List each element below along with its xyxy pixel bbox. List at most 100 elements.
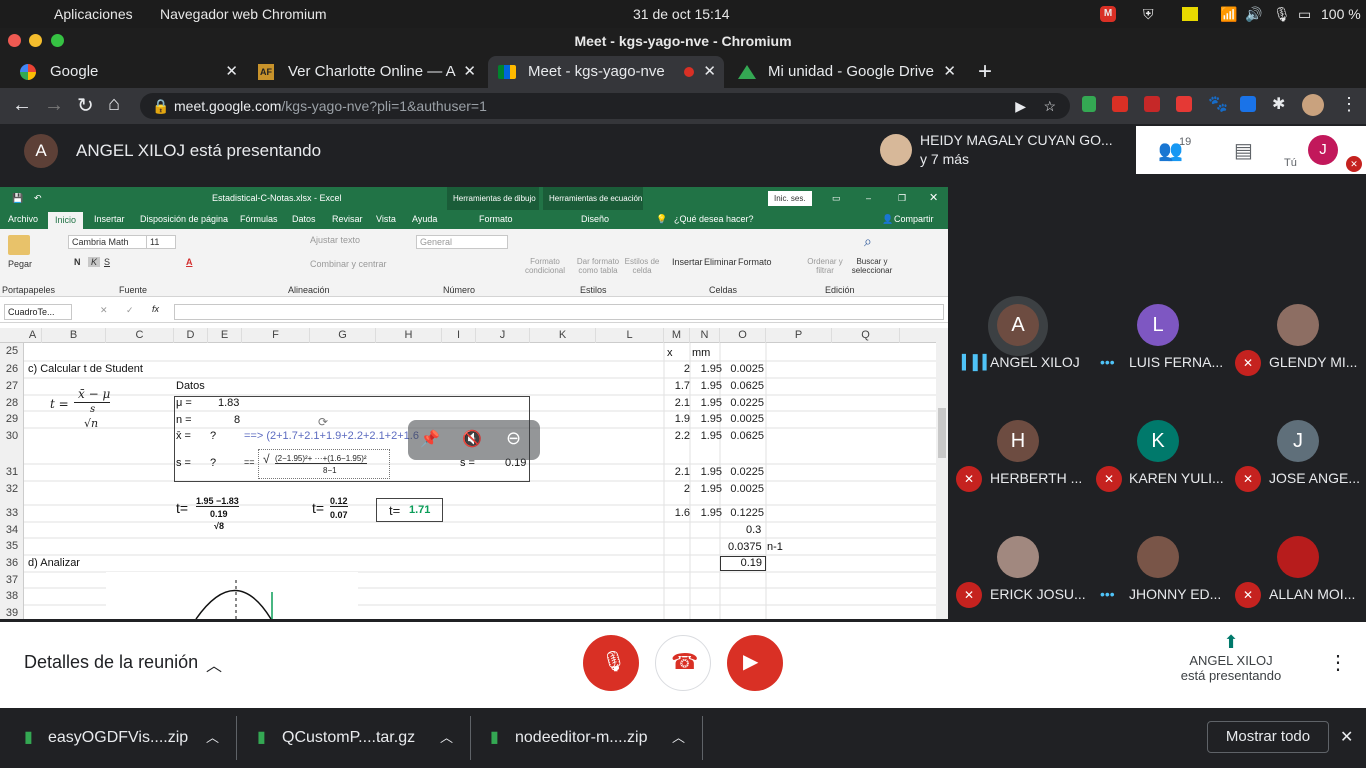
t2-num[interactable]: 0.12	[330, 496, 348, 507]
more-options-icon[interactable]: •••	[1100, 586, 1115, 602]
variance-cell[interactable]: 0.0375	[728, 541, 762, 553]
camera-blocked-icon[interactable]: ▶	[1015, 93, 1026, 119]
chevron-up-icon[interactable]: ︿	[440, 722, 453, 754]
chevron-up-icon[interactable]: ︿	[206, 722, 219, 754]
mic-tray-icon[interactable]: 🎙	[1273, 6, 1291, 23]
tab-charlotte[interactable]: AF Ver Charlotte Online — A ✕	[248, 56, 484, 88]
volume-icon[interactable]: 🔊	[1245, 6, 1262, 23]
t-result-box[interactable]: t= 1.71	[376, 498, 443, 522]
t-formula-image[interactable]: t = x̄ − μ s √n	[44, 387, 116, 437]
s-value[interactable]: ?	[210, 457, 216, 469]
reload-icon[interactable]: ↻	[77, 93, 94, 118]
download-item[interactable]: easyOGDFVis....zip	[48, 722, 188, 754]
home-icon[interactable]: ⌂	[108, 93, 120, 116]
chat-icon[interactable]: ▤	[1234, 138, 1253, 163]
participant-avatar[interactable]: A	[997, 304, 1039, 346]
col-header[interactable]: G	[310, 328, 376, 343]
table-cell-mean[interactable]: 1.95	[701, 466, 722, 478]
show-all-button[interactable]: Mostrar todo	[1207, 721, 1329, 753]
menu-formato[interactable]: Formato	[479, 210, 513, 229]
table-cell-mean[interactable]: 1.95	[701, 507, 722, 519]
confirm-formula-icon[interactable]: ✓	[126, 305, 134, 316]
n-value[interactable]: 8	[234, 414, 240, 426]
row-header[interactable]: 35	[0, 540, 24, 552]
tab-google[interactable]: Google ✕	[10, 56, 246, 88]
col-header[interactable]: H	[376, 328, 442, 343]
s-label[interactable]: s =	[176, 457, 191, 469]
col-header[interactable]: K	[530, 328, 596, 343]
bold-icon[interactable]: N	[74, 257, 81, 267]
t1-sqrt[interactable]: √8	[214, 521, 224, 531]
participant-avatar[interactable]: K	[1137, 420, 1179, 462]
menu-revisar[interactable]: Revisar	[332, 210, 363, 229]
more-options-icon[interactable]: •••	[1100, 354, 1115, 370]
s-equals[interactable]: ==	[244, 457, 255, 467]
row-header[interactable]: 32	[0, 483, 24, 495]
extension-icon[interactable]	[1240, 96, 1256, 112]
mu-value[interactable]: 1.83	[218, 397, 239, 409]
row-header[interactable]: 33	[0, 507, 24, 519]
cancel-formula-icon[interactable]: ✕	[100, 305, 108, 316]
lock-icon[interactable]: 🔒	[152, 93, 169, 119]
active-app-menu[interactable]: Navegador web Chromium	[160, 6, 327, 22]
row-header[interactable]: 27	[0, 380, 24, 392]
menu-disposicion[interactable]: Disposición de página	[140, 210, 228, 229]
extension-icon[interactable]	[1176, 96, 1192, 112]
underline-icon[interactable]: S	[104, 257, 110, 267]
table-cell-sq[interactable]: 0.0625	[730, 430, 764, 442]
row-header[interactable]: 34	[0, 524, 24, 536]
paste-label[interactable]: Pegar	[8, 259, 32, 269]
close-icon[interactable]: ✕	[1340, 727, 1353, 747]
meeting-details-button[interactable]: Detalles de la reunión	[24, 652, 198, 673]
back-icon[interactable]: ←	[12, 94, 32, 117]
sum-cell[interactable]: 0.3	[746, 524, 761, 536]
search-icon[interactable]: ⌕	[864, 233, 872, 250]
extension-icon[interactable]	[1144, 96, 1160, 112]
s-equation-box[interactable]: √ (2−1.95)²+ ···+(1.6−1.95)² 8−1	[258, 449, 390, 479]
col-header[interactable]: A	[24, 328, 42, 343]
row-header[interactable]: 37	[0, 574, 24, 586]
chevron-up-icon[interactable]: ︿	[206, 652, 222, 676]
pin-icon[interactable]: 📌	[420, 429, 440, 449]
remove-icon[interactable]: ⊖	[506, 428, 521, 449]
wrap-text-button[interactable]: Ajustar texto	[310, 235, 360, 245]
table-cell-sq[interactable]: 0.0025	[730, 413, 764, 425]
table-cell-x[interactable]: 2.2	[675, 430, 690, 442]
tell-me-input[interactable]: ¿Qué desea hacer?	[674, 210, 754, 229]
t1-den[interactable]: 0.19	[210, 509, 228, 519]
participant-avatar[interactable]	[997, 536, 1039, 578]
row-header[interactable]: 25	[0, 345, 24, 357]
chevron-up-icon[interactable]: ︿	[672, 722, 685, 754]
forward-icon[interactable]: →	[44, 94, 64, 117]
table-cell-mean[interactable]: 1.95	[701, 430, 722, 442]
cell-c26[interactable]: c) Calcular t de Student	[28, 363, 143, 375]
row-header[interactable]: 38	[0, 590, 24, 602]
t1-label[interactable]: t=	[176, 500, 188, 516]
xbar-value[interactable]: ?	[210, 430, 216, 442]
gmail-indicator-icon[interactable]: M	[1100, 6, 1116, 22]
sd-cell[interactable]: 0.19	[720, 556, 766, 571]
table-cell-sq[interactable]: 0.0025	[730, 483, 764, 495]
participant-avatar[interactable]	[1137, 536, 1179, 578]
table-cell-mean[interactable]: 1.95	[701, 413, 722, 425]
col-header[interactable]: N	[690, 328, 720, 343]
menu-vista[interactable]: Vista	[376, 210, 396, 229]
menu-datos[interactable]: Datos	[292, 210, 316, 229]
table-cell-x[interactable]: 2	[684, 483, 690, 495]
row-header[interactable]: 30	[0, 430, 24, 442]
col-header[interactable]: Q	[832, 328, 900, 343]
undo-icon[interactable]: ↶	[34, 187, 42, 210]
col-mm-header[interactable]: mm	[692, 347, 710, 359]
gmail-extension-icon[interactable]	[1112, 96, 1128, 112]
table-cell-mean[interactable]: 1.95	[701, 380, 722, 392]
extensions-icon[interactable]: ✱	[1272, 94, 1285, 114]
more-options-icon[interactable]: ⋮	[1328, 650, 1348, 675]
col-header[interactable]: D	[174, 328, 208, 343]
clock[interactable]: 31 de oct 15:14	[633, 6, 730, 22]
self-avatar[interactable]: J	[1308, 135, 1338, 165]
close-tab-icon[interactable]: ✕	[225, 56, 238, 88]
save-icon[interactable]: 💾	[12, 187, 23, 210]
menu-formulas[interactable]: Fórmulas	[240, 210, 278, 229]
table-cell-sq[interactable]: 0.1225	[730, 507, 764, 519]
variance-note[interactable]: n-1	[767, 541, 783, 553]
